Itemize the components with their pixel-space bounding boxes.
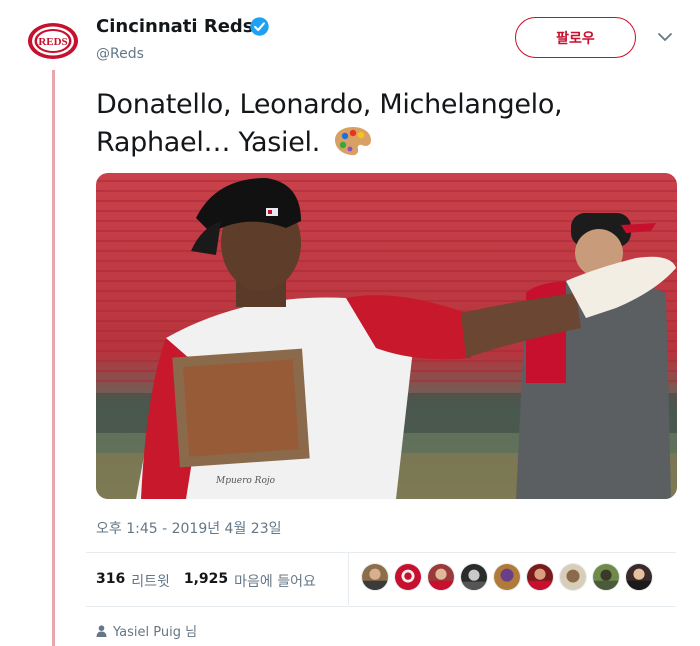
retweets-count: 316 xyxy=(96,571,126,587)
liker-avatar[interactable] xyxy=(460,563,488,591)
tweet-photo[interactable]: Mpuero Rojo xyxy=(96,173,677,499)
liker-avatar[interactable] xyxy=(394,563,422,591)
tweet-timestamp[interactable]: 오후 1:45 - 2019년 4월 23일 xyxy=(96,518,282,538)
social-context[interactable]: Yasiel Puig 님 xyxy=(96,621,197,640)
chevron-down-icon[interactable] xyxy=(656,30,674,44)
social-context-text: Yasiel Puig 님 xyxy=(113,625,198,640)
reds-logo-avatar[interactable]: REDS xyxy=(27,20,79,62)
thread-line xyxy=(52,70,55,646)
artist-palette-icon xyxy=(335,127,372,156)
retweets-label: 리트윗 xyxy=(131,574,170,590)
person-icon xyxy=(96,624,107,637)
stats-separator xyxy=(348,553,349,605)
verified-badge-icon xyxy=(250,17,269,36)
retweets-stat[interactable]: 316 리트윗 xyxy=(96,571,170,591)
avatar-logo-text: REDS xyxy=(38,36,67,48)
tweet-text: Donatello, Leonardo, Michelangelo, Rapha… xyxy=(96,89,563,158)
likes-label: 마음에 들어요 xyxy=(234,574,316,590)
liker-avatar[interactable] xyxy=(427,563,455,591)
shirt-caption-text: Mpuero Rojo xyxy=(215,476,276,486)
liker-avatar[interactable] xyxy=(625,563,653,591)
liker-avatar[interactable] xyxy=(592,563,620,591)
liker-avatar[interactable] xyxy=(361,563,389,591)
stats-top-divider xyxy=(86,552,676,553)
follow-button[interactable]: 팔로우 xyxy=(515,17,636,58)
liker-avatars xyxy=(361,563,653,591)
liker-avatar[interactable] xyxy=(559,563,587,591)
liker-avatar[interactable] xyxy=(493,563,521,591)
likes-count: 1,925 xyxy=(183,571,229,587)
stats-bottom-divider xyxy=(86,606,676,607)
liker-avatar[interactable] xyxy=(526,563,554,591)
account-name[interactable]: Cincinnati Reds xyxy=(96,16,254,37)
likes-stat[interactable]: 1,925 마음에 들어요 xyxy=(184,571,316,591)
account-handle[interactable]: @Reds xyxy=(96,46,144,62)
tweet-stats: 316 리트윗 1,925 마음에 들어요 xyxy=(96,571,326,591)
tweet-body: Donatello, Leonardo, Michelangelo, Rapha… xyxy=(96,86,686,162)
